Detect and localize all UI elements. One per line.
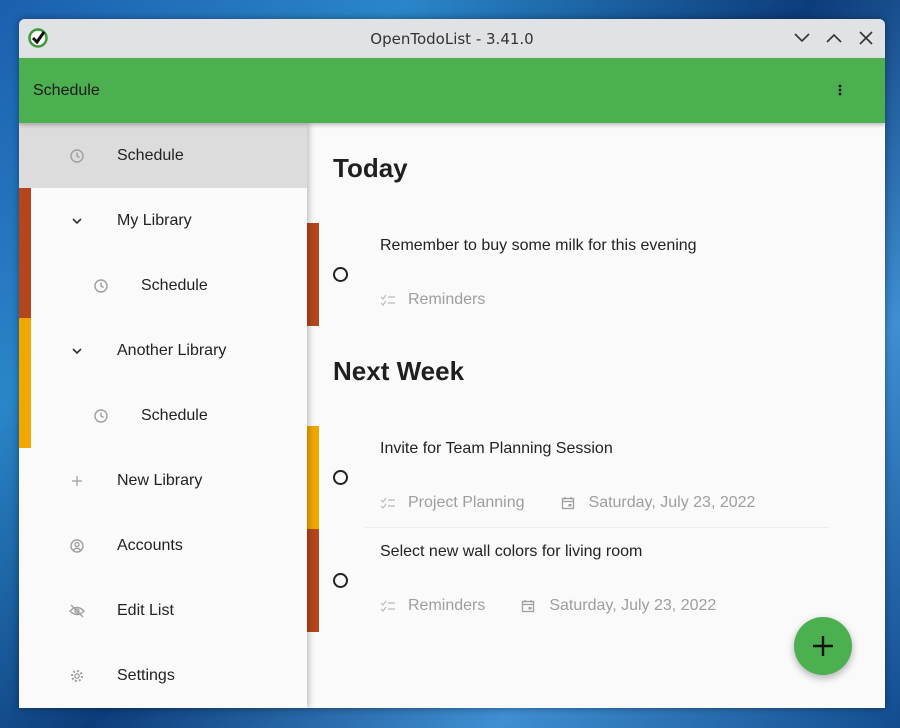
todo-due-date: Saturday, July 23, 2022 [549,597,717,614]
minimize-button[interactable] [791,27,813,49]
app-window: OpenTodoList - 3.41.0 Schedule Schedule [19,19,885,708]
clock-icon [93,278,109,294]
section-title-next-week: Next Week [333,356,465,386]
todo-item[interactable]: Remember to buy some milk for this eveni… [307,223,885,326]
chevron-up-icon [826,33,842,43]
drawer-item-another-library[interactable]: Another Library [19,318,307,383]
plus-icon [69,473,85,489]
close-button[interactable] [855,27,877,49]
todo-list-name: Reminders [408,597,486,614]
calendar-icon [561,495,579,511]
todo-title: Invite for Team Planning Session [380,440,613,457]
eye-off-icon [69,603,85,619]
app-logo-icon [28,28,48,48]
account-icon [69,538,85,554]
page-title: Schedule [33,81,100,99]
window-title: OpenTodoList - 3.41.0 [370,29,534,48]
todo-checkbox[interactable] [333,267,348,282]
close-icon [859,31,873,45]
library-color-bar [19,188,31,253]
drawer-item-my-library[interactable]: My Library [19,188,307,253]
checklist-icon [380,495,398,511]
todo-list-name: Reminders [408,291,486,308]
library-color-bar [307,529,319,632]
drawer-item-settings[interactable]: Settings [19,643,307,708]
more-vert-icon [838,84,842,96]
library-color-bar [19,253,31,318]
todo-title: Select new wall colors for living room [380,543,643,560]
plus-icon [813,636,833,656]
navigation-drawer: Schedule My Library Schedule Another Lib… [19,123,307,708]
app-bar: Schedule [19,58,885,123]
drawer-item-my-library-schedule[interactable]: Schedule [19,253,307,318]
overflow-menu-button[interactable] [833,80,847,100]
drawer-item-schedule[interactable]: Schedule [19,123,307,188]
todo-due-date: Saturday, July 23, 2022 [588,494,756,511]
todo-checkbox[interactable] [333,470,348,485]
section-title-today: Today [333,153,408,183]
todo-checkbox[interactable] [333,573,348,588]
drawer-item-another-library-schedule[interactable]: Schedule [19,383,307,448]
gear-icon [69,668,85,684]
calendar-icon [521,598,539,614]
checklist-icon [380,598,398,614]
checklist-icon [380,292,398,308]
library-color-bar [307,223,319,326]
todo-title: Remember to buy some milk for this eveni… [380,237,697,254]
clock-icon [93,408,109,424]
chevron-down-icon[interactable] [69,213,85,229]
library-color-bar [307,426,319,529]
library-color-bar [19,383,31,448]
todo-item[interactable]: Invite for Team Planning Session Project… [307,426,885,529]
library-color-bar [19,318,31,383]
todo-item[interactable]: Select new wall colors for living room R… [307,529,885,632]
todo-list-name: Project Planning [408,494,525,511]
schedule-view: Today Remember to buy some milk for this… [307,123,885,708]
drawer-item-new-library[interactable]: New Library [19,448,307,513]
maximize-button[interactable] [823,27,845,49]
add-todo-button[interactable] [794,617,852,675]
title-bar: OpenTodoList - 3.41.0 [19,19,885,58]
chevron-down-icon[interactable] [69,343,85,359]
drawer-item-accounts[interactable]: Accounts [19,513,307,578]
drawer-item-edit-list[interactable]: Edit List [19,578,307,643]
chevron-down-icon [794,33,810,43]
clock-icon [69,148,85,164]
divider [365,527,829,528]
